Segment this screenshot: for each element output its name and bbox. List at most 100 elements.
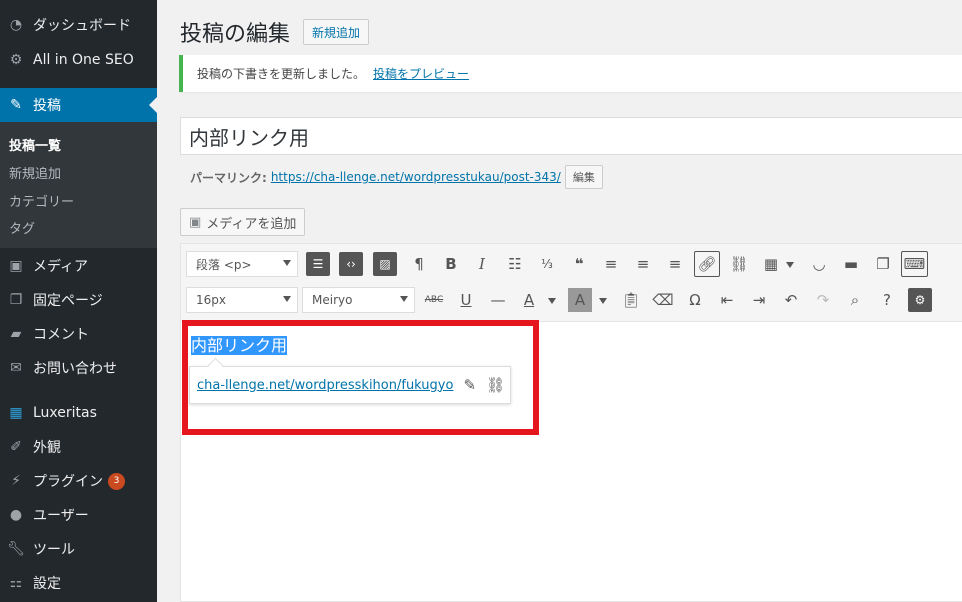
menu-pages[interactable]: ❐ 固定ページ [0, 283, 157, 317]
font-size-select[interactable]: 16px [186, 287, 298, 313]
code-icon[interactable]: ‹› [339, 252, 363, 276]
editor-content[interactable]: 内部リンク用 [191, 332, 288, 356]
menu-label: プラグイン [33, 474, 103, 490]
posts-submenu: 投稿一覧 新規追加 カテゴリー タグ [0, 122, 157, 248]
user-icon: ● [9, 507, 23, 523]
align-right-icon[interactable]: ≡ [663, 252, 687, 276]
menu-label: ダッシュボード [33, 18, 131, 34]
preview-link[interactable]: 投稿をプレビュー [373, 65, 469, 82]
outdent-icon[interactable]: ⇤ [715, 288, 739, 312]
menu-label: メディア [33, 259, 89, 275]
paragraph-icon[interactable]: ¶ [407, 252, 431, 276]
editor: 段落 <p> ☰ ‹› ▨ ¶ B I ☷ ⅓ ❝ ≡ ≡ ≡ 🔗︎ ⛓ ▦ ◡… [180, 243, 962, 602]
quote-icon[interactable]: ❝ [567, 252, 591, 276]
strikethrough-icon[interactable]: ABC [422, 288, 446, 312]
italic-icon[interactable]: I [470, 252, 494, 276]
add-media-button[interactable]: ▣ メディアを追加 [180, 208, 306, 236]
admin-sidebar: ◔ ダッシュボード ⚙ All in One SEO ✎ 投稿 投稿一覧 新規追… [0, 0, 157, 602]
menu-posts[interactable]: ✎ 投稿 [0, 88, 157, 122]
format-select[interactable]: 段落 <p> [186, 251, 298, 277]
menu-settings[interactable]: ⚏ 設定 [0, 566, 157, 600]
submenu-tags[interactable]: タグ [9, 218, 35, 237]
menu-label: 設定 [33, 576, 61, 592]
toolbar-toggle-icon[interactable]: ⌨ [901, 251, 928, 277]
menu-label: コメント [33, 327, 89, 343]
permalink-edit-button[interactable]: 編集 [564, 165, 603, 189]
menu-label: お問い合わせ [33, 361, 117, 377]
help-icon[interactable]: ? [875, 288, 899, 312]
paste-text-icon[interactable]: 📋︎ [619, 288, 643, 312]
text-block-icon[interactable]: ☰ [306, 252, 330, 276]
background-color-dropdown-icon[interactable] [599, 298, 607, 304]
menu-label: Luxeritas [33, 405, 97, 421]
image-icon[interactable]: ▨ [373, 252, 397, 276]
menu-appearance[interactable]: ✐ 外観 [0, 430, 157, 464]
comment-icon: ▰ [10, 326, 22, 342]
remove-link-icon[interactable]: ⛓ [486, 376, 505, 394]
update-count-badge: 3 [108, 472, 125, 490]
menu-label: ユーザー [33, 508, 89, 524]
link-url[interactable]: cha-llenge.net/wordpresskihon/fukugyo [197, 378, 453, 393]
align-center-icon[interactable]: ≡ [631, 252, 655, 276]
align-left-icon[interactable]: ≡ [599, 252, 623, 276]
bullet-list-icon[interactable]: ☷ [503, 252, 527, 276]
brush-icon: ✐ [10, 439, 22, 455]
underline-icon[interactable]: U [454, 288, 478, 312]
read-more-icon[interactable]: ▬ [839, 252, 863, 276]
permalink-url[interactable]: https://cha-llenge.net/wordpresstukau/po… [271, 170, 561, 184]
submenu-add-new[interactable]: 新規追加 [9, 163, 61, 182]
menu-plugins[interactable]: ⚡ プラグイン 3 [0, 464, 157, 498]
unlink-icon[interactable]: ⛓ [727, 252, 751, 276]
plug-icon: ⚡ [11, 473, 21, 489]
text-color-icon[interactable]: A [517, 288, 541, 312]
table-dropdown-icon[interactable] [786, 262, 794, 268]
menu-label: 投稿 [33, 98, 61, 114]
settings-gear-icon[interactable]: ⚙ [908, 288, 932, 312]
redo-icon[interactable]: ↷ [811, 288, 835, 312]
numbered-list-icon[interactable]: ⅓ [535, 252, 559, 276]
permalink-label: パーマリンク: [190, 170, 267, 185]
post-title-input[interactable]: 内部リンク用 [180, 117, 962, 155]
font-family-value: Meiryo [312, 293, 353, 307]
menu-media[interactable]: ▣ メディア [0, 249, 157, 283]
link-icon[interactable]: 🔗︎ [694, 251, 720, 277]
editor-toolbar: 段落 <p> ☰ ‹› ▨ ¶ B I ☷ ⅓ ❝ ≡ ≡ ≡ 🔗︎ ⛓ ▦ ◡… [181, 244, 962, 322]
menu-label: 固定ページ [33, 293, 103, 309]
find-replace-icon[interactable]: ⌕ [843, 288, 867, 312]
clear-formatting-icon[interactable]: ⌫ [651, 288, 675, 312]
horizontal-line-icon[interactable]: — [486, 288, 510, 312]
font-family-select[interactable]: Meiryo [302, 287, 415, 313]
page-title: 投稿の編集 [180, 22, 291, 47]
notice-text: 投稿の下書きを更新しました。 [197, 67, 366, 81]
media-icon: ▣ [9, 258, 23, 274]
update-notice: 投稿の下書きを更新しました。 投稿をプレビュー [179, 55, 962, 92]
edit-link-icon[interactable]: ✎ [463, 376, 476, 394]
menu-tools[interactable]: 🔧︎ ツール [0, 532, 157, 566]
background-color-icon[interactable]: A [568, 288, 592, 312]
font-size-value: 16px [196, 293, 226, 307]
menu-luxeritas[interactable]: ▦ Luxeritas [0, 396, 157, 430]
text-color-dropdown-icon[interactable] [548, 298, 556, 304]
submenu-categories[interactable]: カテゴリー [9, 191, 74, 210]
page-break-icon[interactable]: ❐ [871, 252, 895, 276]
selected-link-text[interactable]: 内部リンク用 [191, 336, 288, 355]
add-new-button[interactable]: 新規追加 [303, 19, 370, 45]
menu-comments[interactable]: ▰ コメント [0, 317, 157, 351]
indent-icon[interactable]: ⇥ [747, 288, 771, 312]
table-icon[interactable]: ▦ [759, 252, 783, 276]
special-character-icon[interactable]: Ω [683, 288, 707, 312]
wrench-icon: 🔧︎ [7, 541, 25, 557]
menu-dashboard[interactable]: ◔ ダッシュボード [0, 8, 157, 42]
menu-all-in-one-seo[interactable]: ⚙ All in One SEO [0, 43, 157, 77]
emoji-icon[interactable]: ◡ [807, 252, 831, 276]
settings-icon: ⚏ [9, 575, 23, 591]
menu-contact[interactable]: ✉ お問い合わせ [0, 351, 157, 385]
bold-icon[interactable]: B [439, 252, 463, 276]
luxeritas-icon: ▦ [9, 405, 23, 421]
undo-icon[interactable]: ↶ [779, 288, 803, 312]
gear-icon: ⚙ [9, 52, 23, 68]
media-icon: ▣ [189, 214, 202, 230]
submenu-all-posts[interactable]: 投稿一覧 [9, 135, 61, 154]
menu-users[interactable]: ● ユーザー [0, 498, 157, 532]
link-toolbar-popup: cha-llenge.net/wordpresskihon/fukugyo ✎ … [189, 366, 511, 404]
